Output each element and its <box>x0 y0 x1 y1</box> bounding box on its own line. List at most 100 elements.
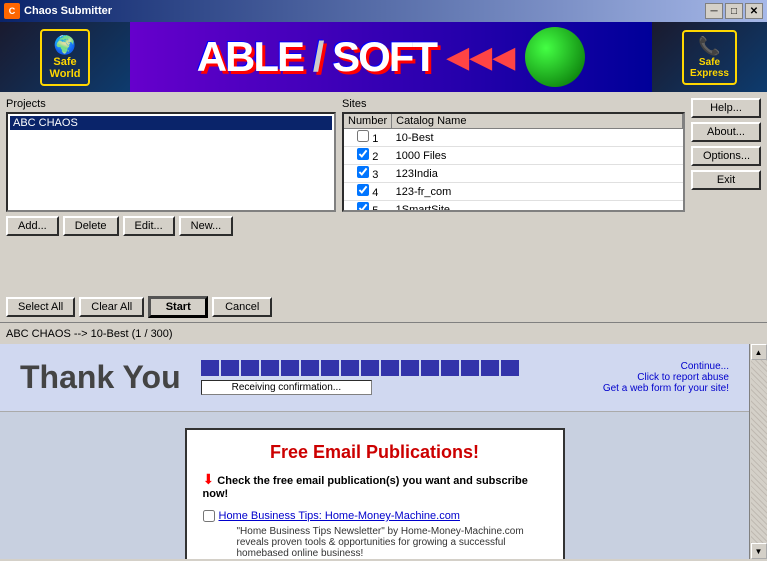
projects-panel: Projects ABC CHAOS Add... Delete Edit...… <box>6 98 336 288</box>
delete-button[interactable]: Delete <box>63 216 119 236</box>
banner: 🌍 Safe World ABLE / SOFT ◀◀◀ 📞 Safe Expr… <box>0 22 767 92</box>
red-arrow-icon: ⬇ <box>203 471 215 487</box>
progress-block <box>381 360 399 376</box>
window-title: Chaos Submitter <box>24 5 112 17</box>
progress-bar <box>201 360 519 376</box>
safe-world-logo: 🌍 Safe World <box>0 22 130 92</box>
start-button[interactable]: Start <box>148 296 208 318</box>
col-catalog-name: Catalog Name <box>392 114 683 129</box>
row-catalog-cell: 10-Best <box>392 129 683 147</box>
table-row: 4 123-fr_com <box>344 183 683 201</box>
report-abuse-link[interactable]: Click to report abuse <box>603 372 729 383</box>
status-text: ABC CHAOS --> 10-Best (1 / 300) <box>6 328 173 340</box>
email-newsletter-checkbox[interactable] <box>203 510 215 522</box>
row-number-cell: 3 <box>344 165 392 183</box>
minimize-button[interactable]: ─ <box>705 3 723 19</box>
new-button[interactable]: New... <box>179 216 234 236</box>
progress-block <box>421 360 439 376</box>
newsletter-description: "Home Business Tips Newsletter" by Home-… <box>237 526 547 559</box>
sites-table: Number Catalog Name 1 10-Best 2 1000 Fil… <box>344 114 683 212</box>
progress-block <box>501 360 519 376</box>
projects-label: Projects <box>6 98 336 110</box>
safe-express-logo: 📞 Safe Express <box>652 22 767 92</box>
progress-status: Receiving confirmation... <box>201 380 373 395</box>
safe-express-line1: Safe <box>699 57 720 68</box>
edit-button[interactable]: Edit... <box>123 216 175 236</box>
newsletter-link[interactable]: Home Business Tips: Home-Money-Machine.c… <box>219 510 460 522</box>
progress-block <box>321 360 339 376</box>
title-controls: ─ □ ✕ <box>705 3 763 19</box>
continue-link[interactable]: Continue... <box>603 361 729 372</box>
free-email-intro: ⬇ Check the free email publication(s) yo… <box>203 471 547 500</box>
app-icon: C <box>4 3 20 19</box>
progress-block <box>481 360 499 376</box>
progress-block <box>361 360 379 376</box>
sites-table-container[interactable]: Number Catalog Name 1 10-Best 2 1000 Fil… <box>342 112 685 212</box>
free-email-checkbox-row: Home Business Tips: Home-Money-Machine.c… <box>203 508 547 559</box>
scroll-up-button[interactable]: ▲ <box>751 344 767 360</box>
help-button[interactable]: Help... <box>691 98 761 118</box>
scroll-down-button[interactable]: ▼ <box>751 543 767 559</box>
site-checkbox[interactable] <box>357 202 369 212</box>
arrow-icon: ◀◀◀ <box>446 40 515 75</box>
options-button[interactable]: Options... <box>691 146 761 166</box>
safe-world-line2: World <box>50 68 81 80</box>
able-soft-text: ABLE / SOFT <box>197 33 436 81</box>
web-scrollbar[interactable]: ▲ ▼ <box>749 344 767 559</box>
action-buttons-row: Select All Clear All Start Cancel <box>0 292 767 322</box>
right-buttons: Help... About... Options... Exit <box>691 98 761 288</box>
row-number-cell: 4 <box>344 183 392 201</box>
projects-buttons: Add... Delete Edit... New... <box>6 216 336 236</box>
free-email-title: Free Email Publications! <box>203 442 547 463</box>
scrollbar-track[interactable] <box>751 360 767 543</box>
exit-button[interactable]: Exit <box>691 170 761 190</box>
projects-list[interactable]: ABC CHAOS <box>6 112 336 212</box>
project-item[interactable]: ABC CHAOS <box>10 116 332 130</box>
progress-block <box>241 360 259 376</box>
sites-panel: Sites Number Catalog Name 1 10-Best 2 10… <box>342 98 685 288</box>
main-area: Projects ABC CHAOS Add... Delete Edit...… <box>0 92 767 292</box>
row-number-cell: 1 <box>344 129 392 147</box>
site-checkbox[interactable] <box>357 130 369 142</box>
safe-express-line2: Express <box>690 68 729 79</box>
add-button[interactable]: Add... <box>6 216 59 236</box>
free-email-section: Free Email Publications! ⬇ Check the fre… <box>185 428 565 559</box>
table-row: 5 1SmartSite <box>344 201 683 213</box>
progress-block <box>441 360 459 376</box>
row-catalog-cell: 123-fr_com <box>392 183 683 201</box>
progress-block <box>401 360 419 376</box>
progress-block <box>201 360 219 376</box>
close-button[interactable]: ✕ <box>745 3 763 19</box>
thankyou-title: Thank You <box>20 359 181 396</box>
table-row: 1 10-Best <box>344 129 683 147</box>
sites-label: Sites <box>342 98 685 110</box>
table-row: 3 123India <box>344 165 683 183</box>
row-number-cell: 2 <box>344 147 392 165</box>
table-row: 2 1000 Files <box>344 147 683 165</box>
progress-block <box>341 360 359 376</box>
site-checkbox[interactable] <box>357 148 369 160</box>
progress-block <box>461 360 479 376</box>
col-number: Number <box>344 114 392 129</box>
maximize-button[interactable]: □ <box>725 3 743 19</box>
free-email-wrapper: Free Email Publications! ⬇ Check the fre… <box>0 412 749 559</box>
progress-block <box>221 360 239 376</box>
free-email-bold: Check the free email publication(s) you … <box>203 475 528 500</box>
title-bar: C Chaos Submitter ─ □ ✕ <box>0 0 767 22</box>
progress-area: Receiving confirmation... <box>201 360 519 395</box>
get-web-form-link[interactable]: Get a web form for your site! <box>603 383 729 394</box>
clear-all-button[interactable]: Clear All <box>79 297 144 317</box>
select-all-button[interactable]: Select All <box>6 297 75 317</box>
row-catalog-cell: 1SmartSite <box>392 201 683 213</box>
web-view-wrapper: Thank You Receiving confirmation... Cont… <box>0 344 767 559</box>
thankyou-header: Thank You Receiving confirmation... Cont… <box>0 344 749 412</box>
progress-block <box>281 360 299 376</box>
cancel-button[interactable]: Cancel <box>212 297 272 317</box>
site-checkbox[interactable] <box>357 184 369 196</box>
row-catalog-cell: 1000 Files <box>392 147 683 165</box>
site-checkbox[interactable] <box>357 166 369 178</box>
row-catalog-cell: 123India <box>392 165 683 183</box>
about-button[interactable]: About... <box>691 122 761 142</box>
row-number-cell: 5 <box>344 201 392 213</box>
able-soft-banner: ABLE / SOFT ◀◀◀ <box>130 22 652 92</box>
